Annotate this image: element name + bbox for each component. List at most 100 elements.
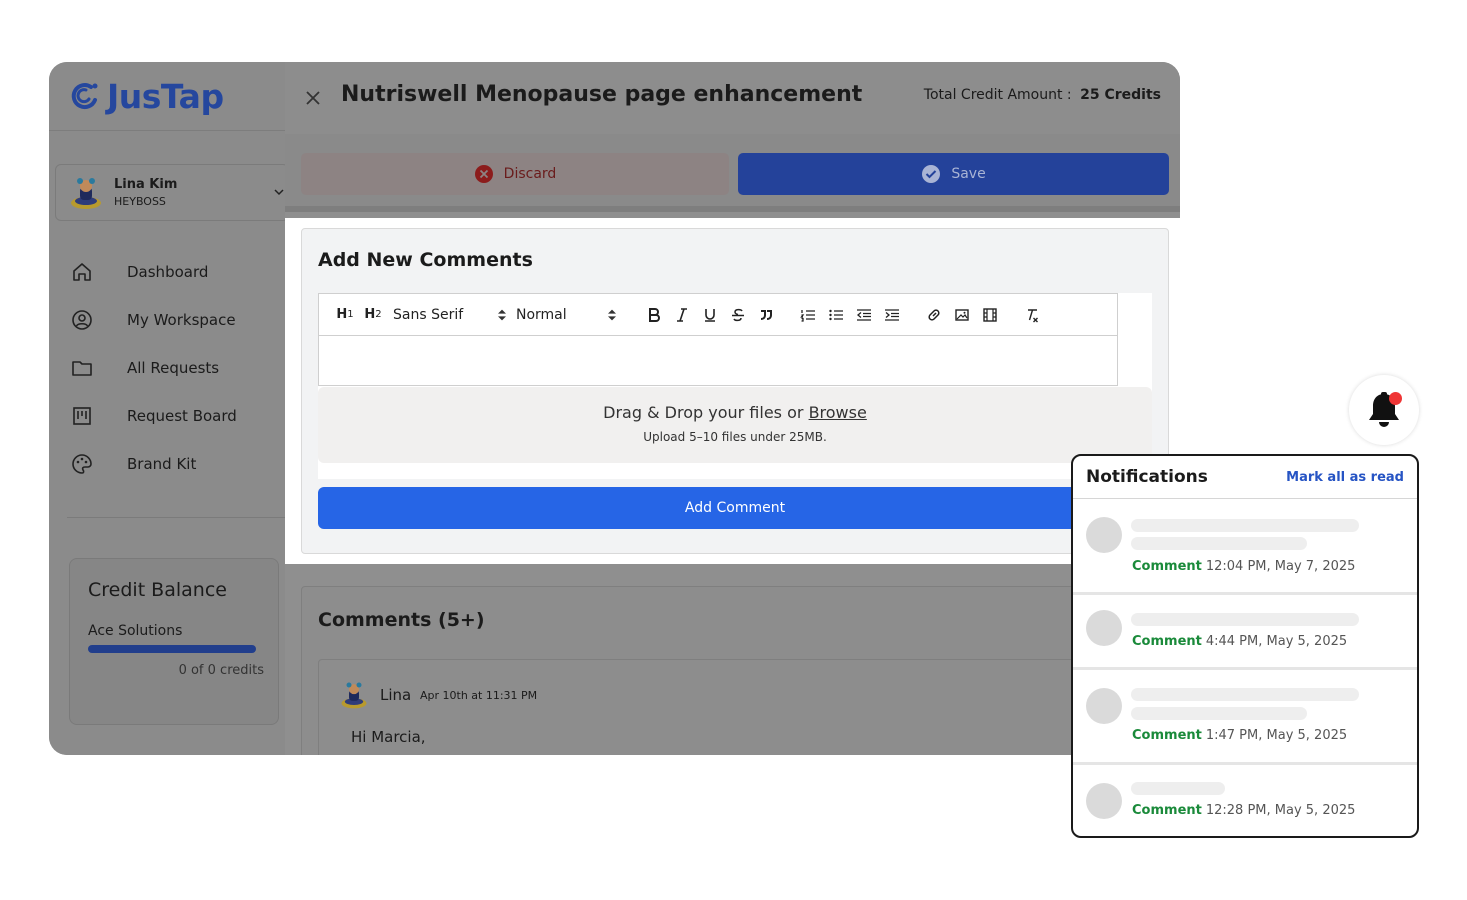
notification-type: Comment <box>1132 728 1202 743</box>
sidebar-item-my-workspace[interactable]: My Workspace <box>71 296 285 344</box>
sidebar-item-label: All Requests <box>127 359 220 377</box>
notification-type: Comment <box>1132 803 1202 818</box>
logo-text: JusTap <box>107 76 224 116</box>
skeleton-line <box>1131 782 1225 795</box>
comments-title: Comments (5+) <box>318 609 485 631</box>
check-circle-icon <box>922 165 941 183</box>
file-dropzone[interactable]: Drag & Drop your files or Browse Upload … <box>318 387 1152 463</box>
blockquote-button[interactable] <box>752 303 780 327</box>
browse-link[interactable]: Browse <box>809 403 867 422</box>
outdent-icon <box>856 308 871 321</box>
clear-format-button[interactable] <box>1018 303 1046 327</box>
rich-text-editor: H1 H2 Sans Serif Normal Drag & Drop your… <box>318 293 1152 479</box>
logo-mark-icon <box>71 83 98 110</box>
notifications-panel: Notifications Mark all as read Comment 12… <box>1071 454 1419 838</box>
video-icon <box>983 307 997 322</box>
comment-time: Apr 10th at 11:31 PM <box>420 689 538 702</box>
discard-button[interactable]: Discard <box>301 153 729 195</box>
sidebar-item-brand-kit[interactable]: Brand Kit <box>71 440 285 488</box>
underline-icon <box>705 308 715 322</box>
board-icon <box>73 407 91 425</box>
outdent-button[interactable] <box>850 303 878 327</box>
close-icon[interactable] <box>305 90 321 106</box>
avatar-placeholder <box>1086 688 1122 724</box>
notification-time: 12:28 PM, May 5, 2025 <box>1205 803 1356 818</box>
avatar-placeholder <box>1086 517 1122 553</box>
dropzone-text: Drag & Drop your files or Browse <box>318 403 1152 422</box>
comment-body: Hi Marcia, <box>351 728 426 746</box>
strikethrough-button[interactable] <box>724 303 752 327</box>
bold-button[interactable] <box>640 303 668 327</box>
chevron-down-icon <box>274 189 284 196</box>
sidebar-item-label: Brand Kit <box>127 455 197 473</box>
save-button[interactable]: Save <box>738 153 1169 195</box>
underline-button[interactable] <box>696 303 724 327</box>
skeleton-line <box>1131 537 1307 550</box>
avatar-placeholder <box>1086 783 1122 819</box>
notifications-title: Notifications <box>1086 467 1208 487</box>
skeleton-line <box>1131 613 1359 626</box>
comment-item: Lina Apr 10th at 11:31 PM Hi Marcia, <box>318 659 1170 755</box>
link-icon <box>928 308 940 321</box>
notification-time: 1:47 PM, May 5, 2025 <box>1205 728 1348 743</box>
font-size-select[interactable]: Normal <box>516 303 626 327</box>
italic-button[interactable] <box>668 303 696 327</box>
sidebar: JusTap Lina Kim HEYBOSS Dashboard My Wor… <box>49 62 289 755</box>
total-credit-label: Total Credit Amount : <box>923 87 1072 103</box>
heading-2-button[interactable]: H2 <box>359 303 387 327</box>
skeleton-line <box>1131 707 1307 720</box>
ordered-list-button[interactable] <box>794 303 822 327</box>
image-button[interactable] <box>948 303 976 327</box>
clear-format-icon <box>1028 308 1038 322</box>
link-button[interactable] <box>920 303 948 327</box>
font-family-value: Sans Serif <box>393 306 464 323</box>
divider <box>49 130 285 131</box>
user-name: Lina Kim <box>114 177 178 192</box>
notification-item[interactable]: Comment 12:04 PM, May 7, 2025 <box>1073 499 1417 595</box>
video-button[interactable] <box>976 303 1004 327</box>
bullet-list-button[interactable] <box>822 303 850 327</box>
heading-1-button[interactable]: H1 <box>331 303 359 327</box>
logo[interactable]: JusTap <box>69 74 224 118</box>
credit-progress-bar <box>88 645 256 653</box>
skeleton-line <box>1131 688 1359 701</box>
sidebar-item-label: My Workspace <box>127 311 236 329</box>
save-label: Save <box>951 166 986 182</box>
notification-item[interactable]: Comment 1:47 PM, May 5, 2025 <box>1073 670 1417 765</box>
notification-time: 4:44 PM, May 5, 2025 <box>1205 634 1348 649</box>
add-comment-button[interactable]: Add Comment <box>318 487 1152 529</box>
comment-editor[interactable] <box>318 336 1118 386</box>
sidebar-item-all-requests[interactable]: All Requests <box>71 344 285 392</box>
user-switcher[interactable]: Lina Kim HEYBOSS <box>55 164 289 221</box>
request-panel: Nutriswell Menopause page enhancement To… <box>285 62 1180 755</box>
notification-item[interactable]: Comment 12:28 PM, May 5, 2025 <box>1073 765 1417 836</box>
comments-section: Comments (5+) Lina Apr 10th at 11:31 PM … <box>301 586 1170 755</box>
notification-item[interactable]: Comment 4:44 PM, May 5, 2025 <box>1073 595 1417 670</box>
sidebar-item-dashboard[interactable]: Dashboard <box>71 248 285 296</box>
sort-arrows-icon <box>498 309 506 320</box>
bold-icon <box>649 307 660 322</box>
quote-icon <box>760 309 772 320</box>
credit-title: Credit Balance <box>88 579 227 601</box>
discard-label: Discard <box>503 166 557 182</box>
indent-icon <box>885 308 899 321</box>
mark-all-read-button[interactable]: Mark all as read <box>1286 470 1404 485</box>
notification-meta: Comment 12:28 PM, May 5, 2025 <box>1132 803 1355 818</box>
dropzone-main-text: Drag & Drop your files or <box>603 403 804 422</box>
user-role: HEYBOSS <box>114 195 166 208</box>
bullet-list-icon <box>829 309 843 320</box>
add-comment-label: Add Comment <box>684 500 786 516</box>
indent-button[interactable] <box>878 303 906 327</box>
font-family-select[interactable]: Sans Serif <box>393 303 516 327</box>
sidebar-item-request-board[interactable]: Request Board <box>71 392 285 440</box>
action-bar: Discard Save <box>285 134 1180 212</box>
sidebar-nav: Dashboard My Workspace All Requests Requ… <box>71 248 285 488</box>
font-size-value: Normal <box>516 306 567 323</box>
comment-author: Lina <box>380 686 412 704</box>
app-window: JusTap Lina Kim HEYBOSS Dashboard My Wor… <box>49 62 1180 755</box>
palette-icon <box>72 454 92 474</box>
divider <box>67 517 285 518</box>
sidebar-item-label: Request Board <box>127 407 237 425</box>
notification-bell-button[interactable] <box>1349 375 1419 445</box>
notification-time: 12:04 PM, May 7, 2025 <box>1205 559 1356 574</box>
